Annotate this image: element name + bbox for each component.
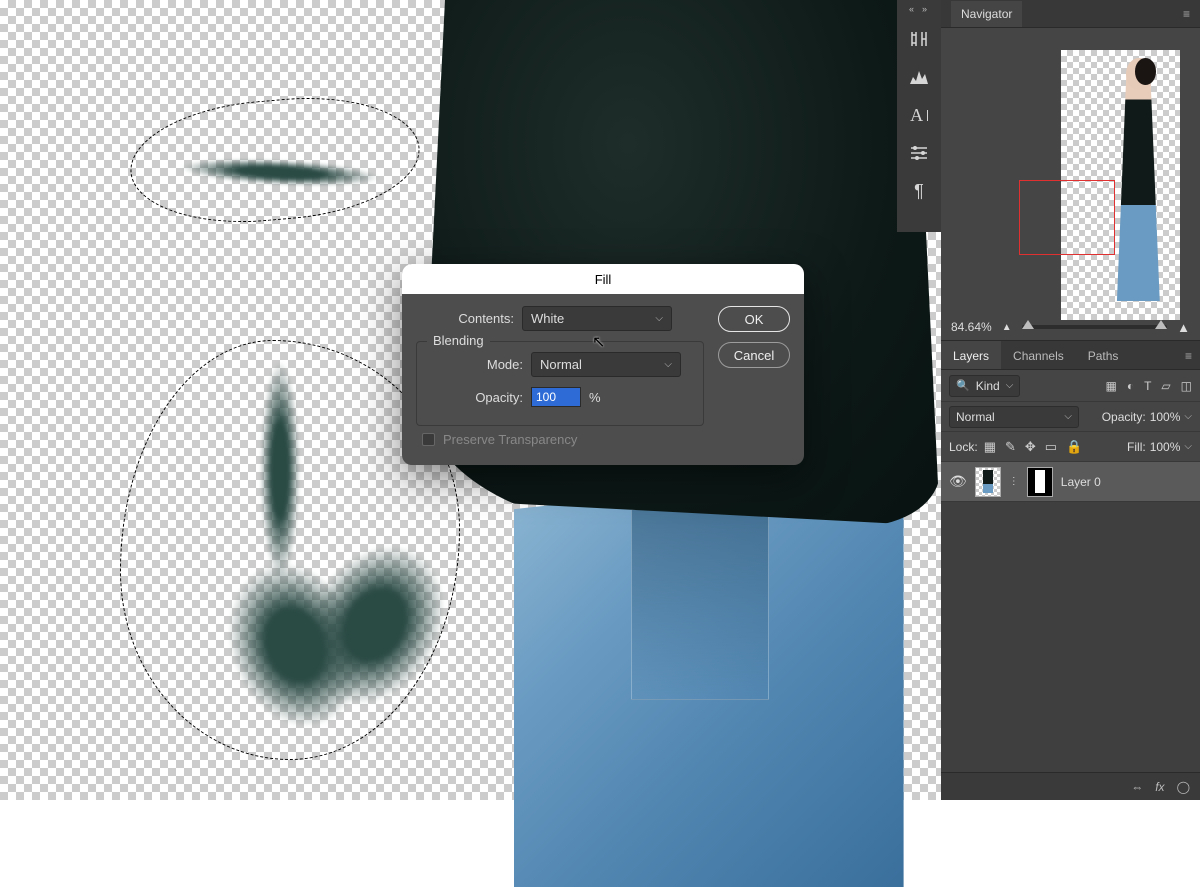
chevron-down-icon: ⌵: [664, 359, 672, 370]
layer-mask-thumbnail[interactable]: [1027, 467, 1053, 497]
blend-mode-select[interactable]: Normal ⌵: [949, 406, 1079, 428]
navigator-subject: [1115, 72, 1163, 302]
chevron-down-icon: ⌵: [1006, 380, 1014, 391]
zoom-slider-max-handle[interactable]: [1155, 320, 1167, 329]
contents-label: Contents:: [416, 311, 514, 326]
lock-all-icon[interactable]: 🔒: [1066, 439, 1082, 455]
navigator-tab-row: Navigator ≡: [941, 0, 1200, 28]
histogram-icon[interactable]: [902, 58, 936, 96]
link-layers-icon[interactable]: ⇔: [1131, 780, 1143, 794]
adjustments-icon[interactable]: [902, 134, 936, 172]
chevron-down-icon[interactable]: ⌵: [1184, 411, 1192, 422]
search-icon: 🔍: [956, 379, 970, 392]
collapsed-panel-strip: « » A ¶: [897, 0, 941, 232]
add-mask-icon[interactable]: ◯: [1177, 780, 1190, 794]
subject-jeans: [514, 467, 904, 887]
opacity-input[interactable]: [531, 387, 581, 407]
preserve-transparency-checkbox[interactable]: [422, 433, 435, 446]
layer-visibility-icon[interactable]: 👁: [949, 473, 967, 490]
navigator-subject-hair: [1135, 58, 1156, 85]
cancel-button[interactable]: Cancel: [718, 342, 790, 368]
blending-legend: Blending: [427, 333, 490, 348]
lasso-selection[interactable]: [125, 88, 424, 233]
fill-dialog: Fill Contents: White ⌵ Blending Mode: No…: [402, 264, 804, 465]
contents-value: White: [531, 311, 564, 326]
layer-fill-value[interactable]: 100%: [1150, 440, 1181, 454]
zoom-out-icon[interactable]: ▲: [1002, 322, 1012, 333]
zoom-in-icon[interactable]: ▲: [1177, 320, 1190, 335]
navigator-menu-icon[interactable]: ≡: [1183, 7, 1190, 21]
zoom-slider-min-handle[interactable]: [1022, 320, 1034, 329]
brush-settings-icon[interactable]: [902, 20, 936, 58]
layers-footer: ⇔ fx ◯: [941, 772, 1200, 800]
panel-collapse-icon[interactable]: «: [909, 4, 916, 14]
preserve-transparency-label: Preserve Transparency: [443, 432, 577, 447]
zoom-slider[interactable]: [1022, 325, 1168, 329]
filter-shape-icon[interactable]: ▱: [1161, 379, 1170, 393]
layers-tabs-row: Layers Channels Paths ≡: [941, 340, 1200, 370]
opacity-label: Opacity:: [425, 390, 523, 405]
layer-filter-kind-label: Kind: [976, 379, 1000, 393]
navigator-preview[interactable]: [1061, 50, 1180, 320]
filter-adjust-icon[interactable]: ◐: [1127, 379, 1134, 393]
layer-lock-row: Lock: ▦ ✎ ✥ ▭ 🔒 Fill: 100% ⌵: [941, 432, 1200, 462]
preserve-transparency-row: Preserve Transparency: [422, 432, 704, 447]
paragraph-panel-icon[interactable]: ¶: [902, 172, 936, 210]
dialog-title: Fill: [402, 264, 804, 294]
blending-fieldset: Blending Mode: Normal ⌵ Opacity: %: [416, 341, 704, 426]
lock-pixels-icon[interactable]: ✎: [1005, 439, 1016, 455]
tab-navigator[interactable]: Navigator: [951, 1, 1022, 27]
right-panels: Navigator ≡ 84.64% ▲ ▲ Layers Channels P…: [941, 0, 1200, 800]
mask-link-icon[interactable]: ⋮: [1009, 476, 1019, 487]
layer-thumbnail[interactable]: [975, 467, 1001, 497]
mode-value: Normal: [540, 357, 582, 372]
layer-row-layer0[interactable]: 👁 ⋮ Layer 0: [941, 462, 1200, 502]
blend-mode-value: Normal: [956, 410, 995, 424]
chevron-down-icon[interactable]: ⌵: [1184, 441, 1192, 452]
layer-blend-row: Normal ⌵ Opacity: 100% ⌵: [941, 402, 1200, 432]
contents-select[interactable]: White ⌵: [522, 306, 672, 331]
tab-layers[interactable]: Layers: [941, 341, 1001, 369]
lock-label: Lock:: [949, 440, 978, 454]
chevron-down-icon: ⌵: [1064, 411, 1072, 422]
layer-filter-row: 🔍 Kind ⌵ ▦ ◐ T ▱ ◫: [941, 370, 1200, 402]
character-panel-icon[interactable]: A: [902, 96, 936, 134]
layer-opacity-label: Opacity:: [1102, 410, 1146, 424]
filter-pixel-icon[interactable]: ▦: [1105, 379, 1116, 393]
filter-type-icon[interactable]: T: [1144, 379, 1151, 393]
filter-smart-icon[interactable]: ◫: [1181, 379, 1192, 393]
tab-paths[interactable]: Paths: [1076, 341, 1131, 369]
ok-button[interactable]: OK: [718, 306, 790, 332]
navigator-viewport-box[interactable]: [1019, 180, 1114, 256]
lock-artboard-icon[interactable]: ▭: [1045, 439, 1057, 455]
opacity-suffix: %: [589, 390, 601, 405]
layer-filter-kind-select[interactable]: 🔍 Kind ⌵: [949, 375, 1020, 397]
panel-expand-icon[interactable]: »: [922, 4, 929, 14]
layer-fill-label: Fill:: [1127, 440, 1146, 454]
lock-transparency-icon[interactable]: ▦: [984, 439, 996, 455]
layer-fx-icon[interactable]: fx: [1155, 780, 1164, 794]
zoom-value[interactable]: 84.64%: [951, 320, 992, 334]
layer-opacity-value[interactable]: 100%: [1150, 410, 1181, 424]
mode-label: Mode:: [425, 357, 523, 372]
navigator-panel: [941, 28, 1200, 314]
layers-menu-icon[interactable]: ≡: [1177, 341, 1200, 369]
mode-select[interactable]: Normal ⌵: [531, 352, 681, 377]
tab-channels[interactable]: Channels: [1001, 341, 1076, 369]
layers-empty-area[interactable]: [941, 502, 1200, 772]
layer-filter-icons: ▦ ◐ T ▱ ◫: [1105, 379, 1192, 393]
lock-position-icon[interactable]: ✥: [1025, 439, 1036, 455]
chevron-down-icon: ⌵: [655, 313, 663, 324]
layer-name[interactable]: Layer 0: [1061, 475, 1101, 489]
